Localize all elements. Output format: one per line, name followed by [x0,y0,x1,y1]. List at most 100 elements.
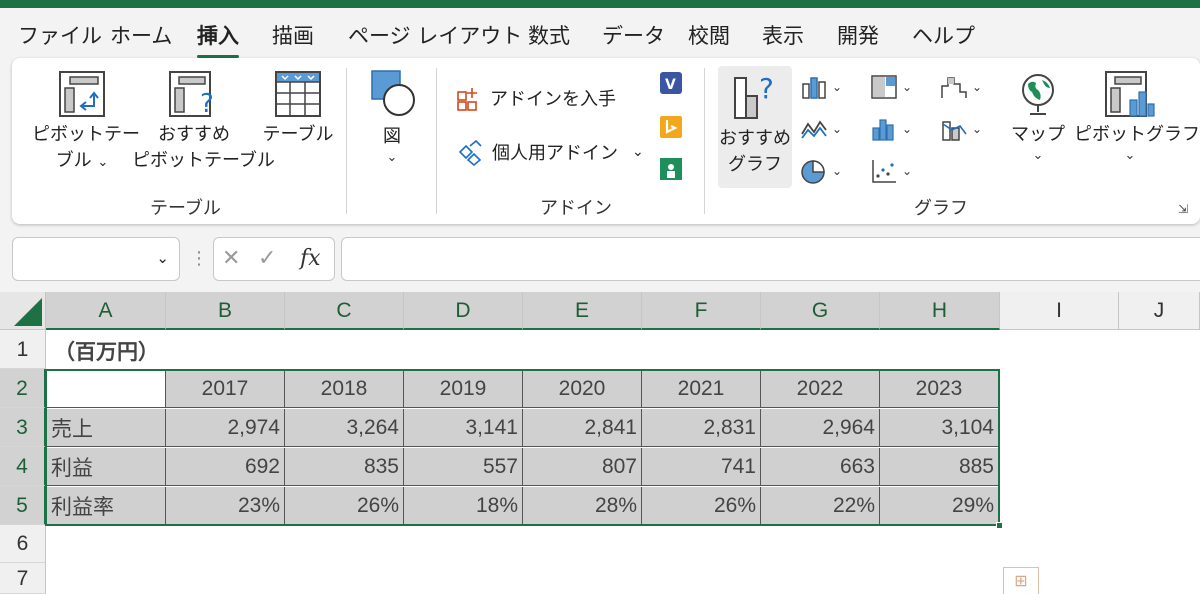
cell-value[interactable]: 18% [404,487,523,525]
cell-value[interactable]: 2,964 [761,409,880,447]
row-header-3[interactable]: 3 [0,408,46,447]
cell-value[interactable]: 28% [523,487,642,525]
cell-year[interactable]: 2020 [523,370,642,408]
cell-value[interactable]: 2,831 [642,409,761,447]
cell-value[interactable]: 741 [642,448,761,486]
chevron-down-icon: ⌄ [972,80,983,94]
cell-a1[interactable]: （百万円） [50,334,159,368]
cell-row-label[interactable]: 利益 [47,448,166,486]
column-header-b[interactable]: B [166,292,285,330]
row-header-4[interactable]: 4 [0,447,46,486]
cancel-icon[interactable]: ✕ [222,246,240,271]
tab-formulas[interactable]: 数式 [528,20,570,50]
row-header-1[interactable]: 1 [0,330,46,369]
tab-view[interactable]: 表示 [762,20,804,50]
select-all-button[interactable] [0,292,46,330]
tab-review[interactable]: 校閲 [688,20,730,50]
tab-developer[interactable]: 開発 [837,20,879,50]
table-button[interactable]: テーブル [260,70,336,148]
tab-draw[interactable]: 描画 [272,20,314,50]
cell-value[interactable]: 692 [166,448,285,486]
get-addins-button[interactable]: アドインを入手 [456,84,616,112]
column-header-i[interactable]: I [1000,292,1119,330]
column-header-c[interactable]: C [285,292,404,330]
cell-a2[interactable] [47,370,166,408]
formula-input[interactable] [341,237,1200,281]
bing-icon[interactable] [658,114,684,140]
column-header-f[interactable]: F [642,292,761,330]
cell-year[interactable]: 2022 [761,370,880,408]
illustrations-button[interactable]: 図 ⌄ [362,68,422,166]
insert-function-button[interactable]: fx [300,246,321,271]
recommended-charts-button[interactable]: ? おすすめ グラフ [718,66,792,188]
line-chart-button[interactable]: ⌄ [800,114,848,144]
cell-value[interactable]: 29% [880,487,999,525]
cell-value[interactable]: 3,141 [404,409,523,447]
name-box[interactable]: ⌄ [12,237,180,281]
globe-icon [1022,74,1054,115]
statistic-chart-button[interactable]: ⌄ [870,114,918,144]
pivot-table-icon [59,71,105,117]
dialog-launcher-icon[interactable]: ⇲ [1178,202,1192,216]
tab-insert[interactable]: 挿入 [197,20,239,58]
row-header-2[interactable]: 2 [0,369,46,408]
cell-year[interactable]: 2021 [642,370,761,408]
my-addins-button[interactable]: 個人用アドイン ⌄ [456,138,644,166]
worksheet-grid[interactable]: A B C D E F G H I J 1 2 3 4 5 6 7 （百万円） … [0,292,1200,594]
cell-row-label[interactable]: 売上 [47,409,166,447]
quick-analysis-icon[interactable]: ⊞ [1003,567,1039,594]
maps-button[interactable]: マップ ⌄ [1006,70,1070,164]
hierarchy-chart-button[interactable]: ⌄ [870,72,918,102]
column-header-j[interactable]: J [1119,292,1200,330]
pie-chart-icon [801,160,825,184]
cell-value[interactable]: 835 [285,448,404,486]
pivot-chart-button[interactable]: ピボットグラフ ⌄ [1074,70,1200,164]
cell-year[interactable]: 2017 [166,370,285,408]
recommended-pivot-button[interactable]: ? おすすめ ピボットテーブル [132,70,275,174]
chevron-down-icon[interactable]: ⌄ [156,249,169,267]
tab-help[interactable]: ヘルプ [912,20,975,50]
row-header-7[interactable]: 7 [0,563,46,594]
tab-data[interactable]: データ [602,20,665,50]
visio-icon[interactable]: V [658,70,684,96]
cell-value[interactable]: 2,974 [166,409,285,447]
scatter-chart-button[interactable]: ⌄ [870,156,918,186]
pie-chart-button[interactable]: ⌄ [800,156,848,186]
row-header-5[interactable]: 5 [0,486,46,525]
cell-value[interactable]: 3,264 [285,409,404,447]
cell-value[interactable]: 23% [166,487,285,525]
more-options-icon[interactable]: ⋮ [190,248,208,269]
column-header-g[interactable]: G [761,292,880,330]
cell-year[interactable]: 2019 [404,370,523,408]
cell-value[interactable]: 22% [761,487,880,525]
column-chart-button[interactable]: ⌄ [800,72,848,102]
cell-value[interactable]: 26% [285,487,404,525]
pivot-table-button[interactable]: ピボットテー ブル ⌄ [32,70,140,176]
cell-row-label[interactable]: 利益率 [47,487,166,525]
cell-value[interactable]: 2,841 [523,409,642,447]
people-graph-icon[interactable] [658,156,684,182]
combo-chart-button[interactable]: ⌄ [940,114,988,144]
row-header-6[interactable]: 6 [0,525,46,563]
cell-year[interactable]: 2023 [880,370,999,408]
cell-value[interactable]: 663 [761,448,880,486]
cell-value[interactable]: 807 [523,448,642,486]
fill-handle[interactable] [996,522,1003,529]
column-header-h[interactable]: H [880,292,1000,330]
enter-icon[interactable]: ✓ [258,246,276,271]
column-header-d[interactable]: D [404,292,523,330]
waterfall-chart-button[interactable]: ⌄ [940,72,988,102]
cell-value[interactable]: 885 [880,448,999,486]
cell-value[interactable]: 3,104 [880,409,999,447]
cell-value[interactable]: 557 [404,448,523,486]
tab-page-layout[interactable]: ページ レイアウト [348,20,522,50]
cell-value[interactable]: 26% [642,487,761,525]
column-header-a[interactable]: A [46,292,166,330]
combo-chart-icon [942,121,967,141]
chevron-down-icon: ⌄ [832,164,843,178]
cell-year[interactable]: 2018 [285,370,404,408]
table-icon [275,71,321,117]
tab-home[interactable]: ホーム [110,20,172,50]
column-header-e[interactable]: E [523,292,642,330]
tab-file[interactable]: ファイル [18,20,102,50]
